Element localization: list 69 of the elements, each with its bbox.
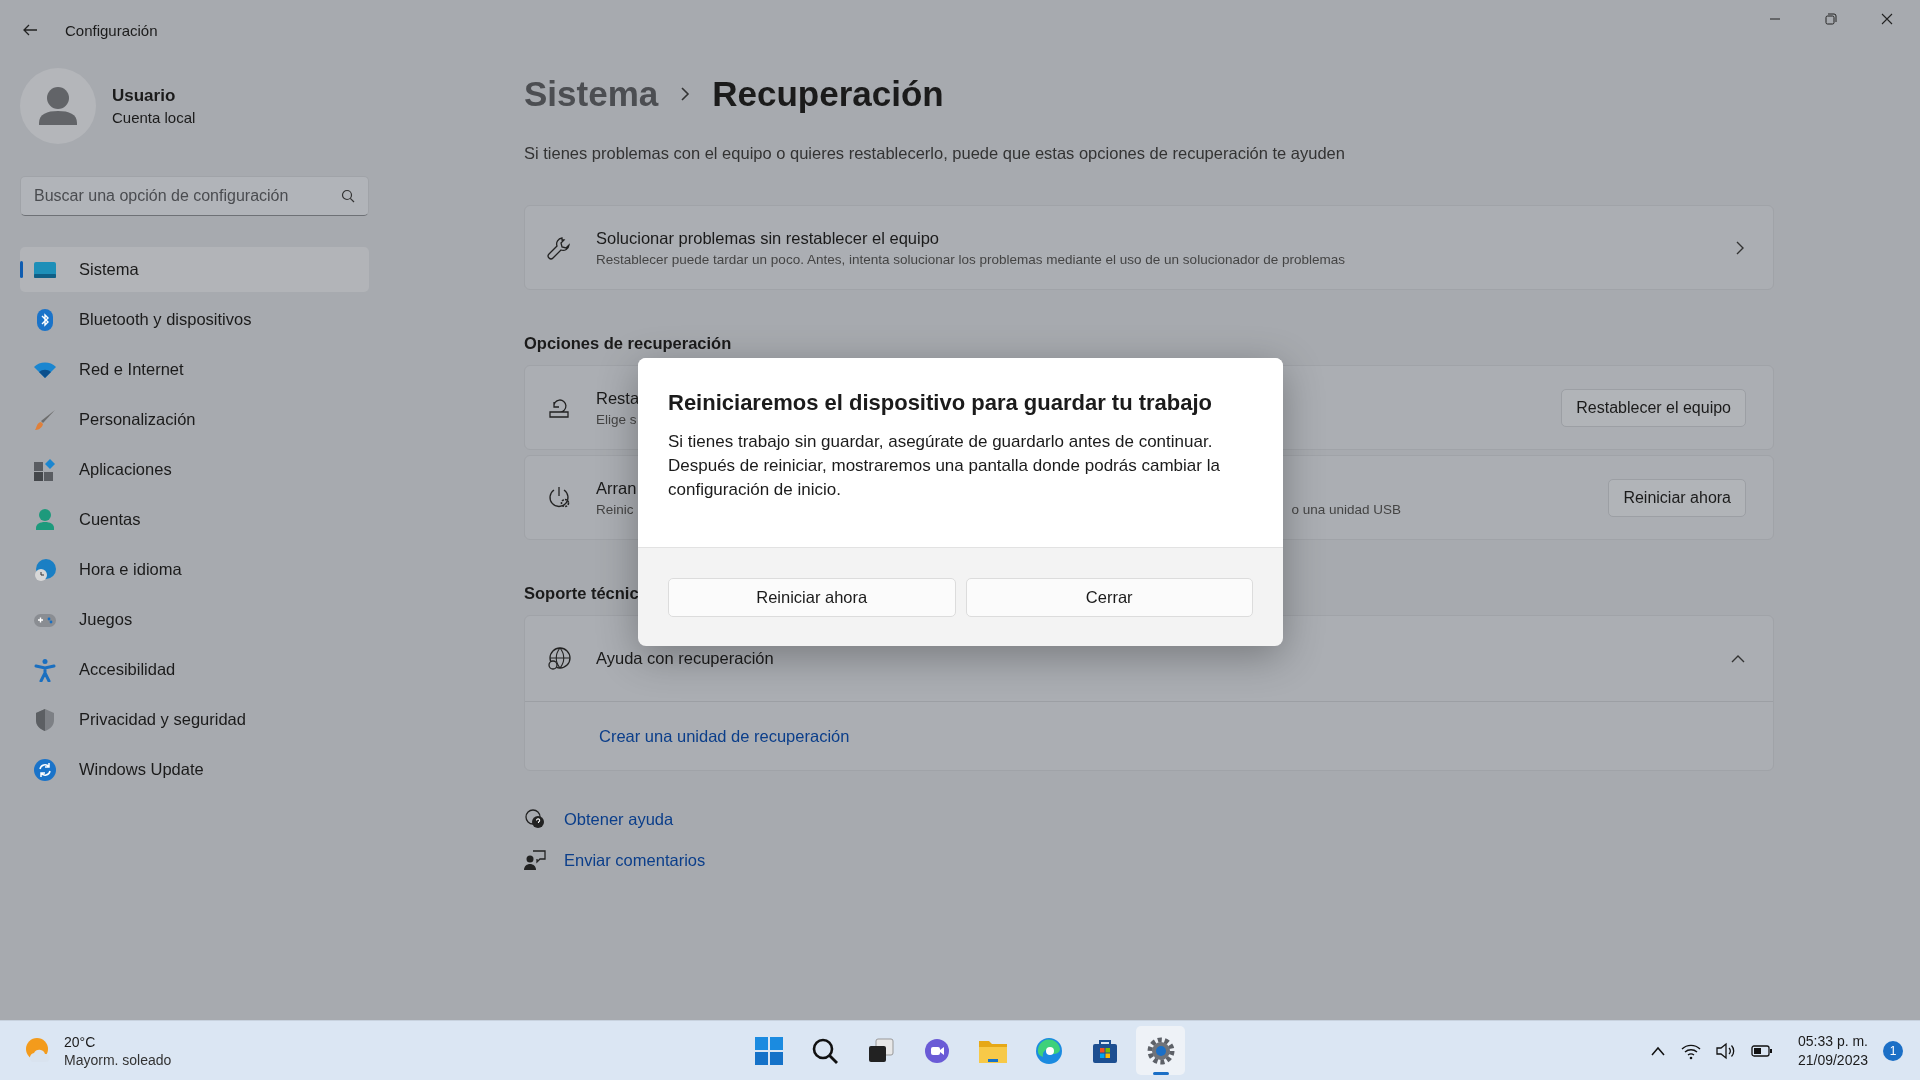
restore-icon[interactable] <box>1824 12 1838 26</box>
card-title: Solucionar problemas sin restablecer el equipo <box>596 228 940 248</box>
globe-search-icon <box>546 645 572 672</box>
option-title: Resta <box>596 388 640 408</box>
chevron-up-icon[interactable] <box>1649 1044 1666 1057</box>
sidebar-item[interactable]: Hora e idioma <box>20 547 369 592</box>
page-title: Recuperación <box>712 74 944 114</box>
battery-icon[interactable] <box>1750 1043 1773 1058</box>
sidebar-item[interactable]: Sistema <box>20 247 369 292</box>
help-link[interactable]: Enviar comentarios <box>564 850 706 870</box>
recovery-drive-link[interactable]: Crear una unidad de recuperación <box>599 726 850 746</box>
paintbrush-icon <box>33 407 57 432</box>
search-field[interactable]: Buscar una opción de configuración <box>20 176 369 216</box>
account-type: Cuenta local <box>112 109 196 126</box>
option-subtitle: Elige s <box>596 411 637 427</box>
option-button[interactable]: Restablecer el equipo <box>1561 388 1746 427</box>
accessibility-icon <box>33 657 57 682</box>
section-heading: Soporte técnic <box>524 584 639 603</box>
sidebar-item[interactable]: Cuentas <box>20 497 369 542</box>
gear-icon <box>1145 1035 1176 1066</box>
sync-icon <box>33 757 57 782</box>
close-icon[interactable] <box>1880 12 1894 26</box>
sidebar-item[interactable]: Personalización <box>20 397 369 442</box>
task-view-icon <box>866 1036 895 1065</box>
chevron-right-icon <box>1734 239 1746 256</box>
time: 05:33 p. m. <box>1797 1033 1868 1049</box>
dialog-title: Reiniciaremos el dispositivo para guardar tu trabajo <box>668 390 1214 416</box>
window-title: Configuración <box>65 21 158 39</box>
help-link[interactable]: Obtener ayuda <box>564 809 674 829</box>
search-icon[interactable] <box>341 189 355 203</box>
sidebar-item[interactable]: Privacidad y seguridad <box>20 697 369 742</box>
sidebar-item[interactable]: Bluetooth y dispositivos <box>20 297 369 342</box>
sidebar-item[interactable]: Accesibilidad <box>20 647 369 692</box>
chat-icon <box>922 1036 951 1065</box>
date: 21/09/2023 <box>1797 1052 1868 1068</box>
dialog-button[interactable]: Reiniciar ahora <box>668 577 956 617</box>
avatar-icon <box>20 68 96 144</box>
shield-icon <box>33 707 57 732</box>
sidebar-item[interactable]: Windows Update <box>20 747 369 792</box>
section-heading: Opciones de recuperación <box>524 334 732 353</box>
person-icon <box>33 507 57 532</box>
clock[interactable]: 05:33 p. m. 21/09/2023 <box>1797 1033 1868 1068</box>
search-icon <box>810 1036 839 1065</box>
notification-badge[interactable]: 1 <box>1883 1040 1903 1061</box>
card-subtitle: Restablecer puede tardar un poco. Antes, intenta solucionar los problemas mediante el uso de un solucionador de problemas <box>596 251 1345 267</box>
speaker-icon[interactable] <box>1715 1041 1736 1060</box>
browser-swirl-icon <box>1034 1036 1063 1065</box>
globe-clock-icon <box>33 557 57 582</box>
dialog-message: Si tienes trabajo sin guardar, asegúrate de guardarlo antes de continuar. Después de reiniciar, mostraremos una pantalla donde podrás cambiar la configuración de inicio. <box>668 431 1221 501</box>
user-name: Usuario <box>112 86 177 106</box>
option-title: Arran <box>596 478 637 498</box>
weather-condition: Mayorm. soleado <box>64 1051 172 1068</box>
help-chat-icon <box>524 808 546 830</box>
option-button[interactable]: Reiniciar ahora <box>1608 478 1746 517</box>
sidebar-item[interactable]: Juegos <box>20 597 369 642</box>
wrench-icon <box>546 234 572 261</box>
option-subtitle: o una unidad USB <box>1291 501 1402 517</box>
expander-title: Ayuda con recuperación <box>596 649 775 668</box>
page-description: Si tienes problemas con el equipo o quieres restablecerlo, puede que estas opciones de recuperación te ayuden <box>524 144 1346 163</box>
temperature: 20°C <box>64 1033 97 1050</box>
windows-logo-icon <box>753 1035 784 1066</box>
option-subtitle: Reinic <box>596 501 634 517</box>
sidebar-item[interactable]: Aplicaciones <box>20 447 369 492</box>
feedback-icon <box>524 849 546 871</box>
troubleshoot-card[interactable]: Solucionar problemas sin restablecer el equipo Restablecer puede tardar un poco. Antes, intenta solucionar los problemas mediante el uso de un solucionador de problemas <box>524 205 1774 290</box>
sidebar-item[interactable]: Red e Internet <box>20 347 369 392</box>
breadcrumb-parent[interactable]: Sistema <box>524 74 659 114</box>
apps-icon <box>33 457 57 482</box>
dialog-button[interactable]: Cerrar <box>965 577 1253 617</box>
